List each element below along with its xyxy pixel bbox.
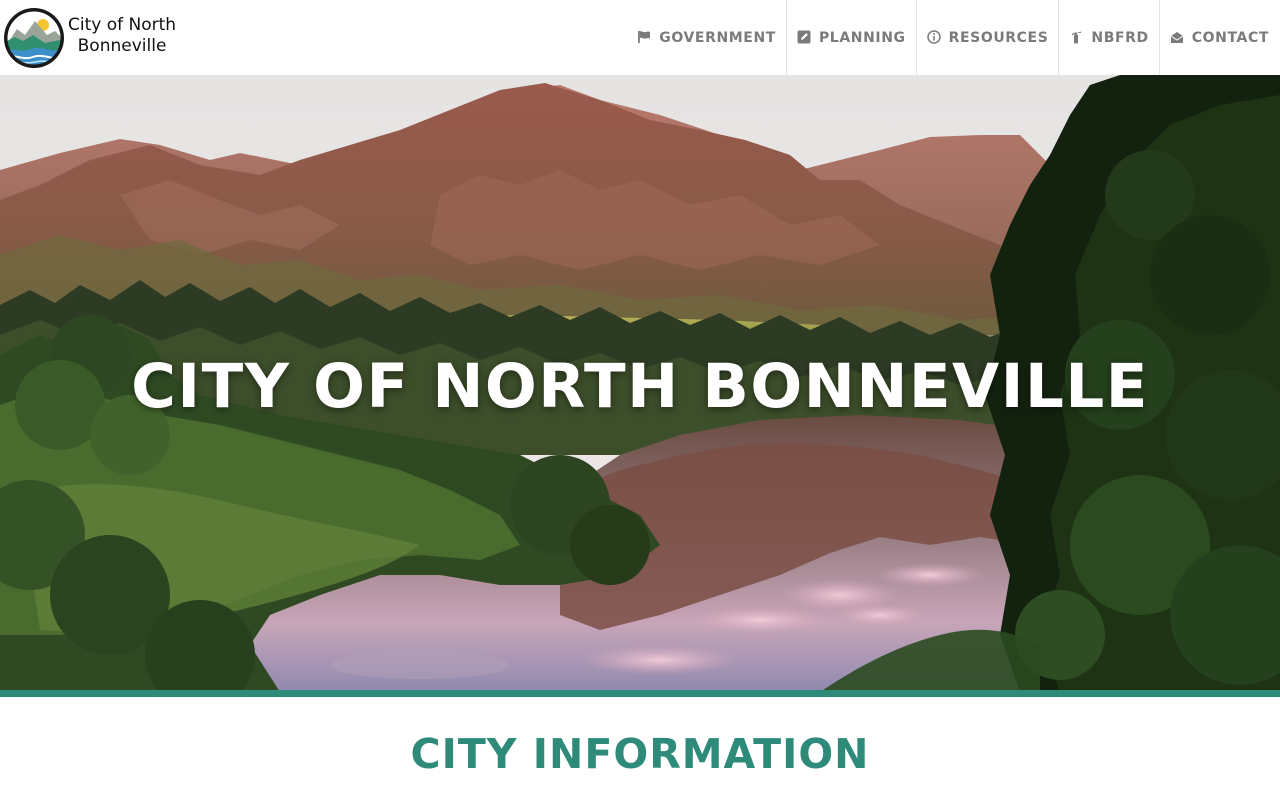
fire-extinguisher-icon: [1072, 31, 1082, 43]
nav-item-government[interactable]: GOVERNMENT: [627, 0, 786, 75]
site-name-line2: Bonneville: [77, 35, 167, 56]
nav-label-contact: CONTACT: [1191, 29, 1269, 46]
hero-banner: CITY OF NORTH BONNEVILLE: [0, 75, 1280, 692]
site-name: City of North Bonneville: [68, 15, 176, 57]
nav-item-resources[interactable]: RESOURCES: [915, 0, 1059, 75]
nav-item-contact[interactable]: CONTACT: [1158, 0, 1280, 75]
site-name-line1: City of North: [68, 14, 177, 35]
nav-label-nbfrd: NBFRD: [1091, 29, 1149, 46]
main-nav: GOVERNMENT PLANNING RESOURCES NBFRD CONT…: [627, 0, 1280, 75]
section-title-city-information: CITY INFORMATION: [410, 730, 870, 778]
flag-icon: [638, 30, 651, 43]
open-envelope-icon: [1170, 31, 1184, 43]
nav-label-resources: RESOURCES: [948, 29, 1049, 46]
nav-label-government: GOVERNMENT: [659, 29, 776, 46]
edit-square-icon: [797, 30, 811, 43]
nav-item-nbfrd[interactable]: NBFRD: [1058, 0, 1158, 75]
nav-item-planning[interactable]: PLANNING: [785, 0, 916, 75]
hero-title: CITY OF NORTH BONNEVILLE: [131, 351, 1149, 422]
city-logo-icon: [4, 7, 64, 68]
site-header: City of North Bonneville GOVERNMENT PLAN…: [0, 0, 1280, 75]
home-link[interactable]: City of North Bonneville: [0, 0, 176, 75]
nav-label-planning: PLANNING: [818, 29, 906, 46]
hero-accent-divider: [0, 690, 1280, 697]
info-circle-icon: [926, 29, 941, 44]
